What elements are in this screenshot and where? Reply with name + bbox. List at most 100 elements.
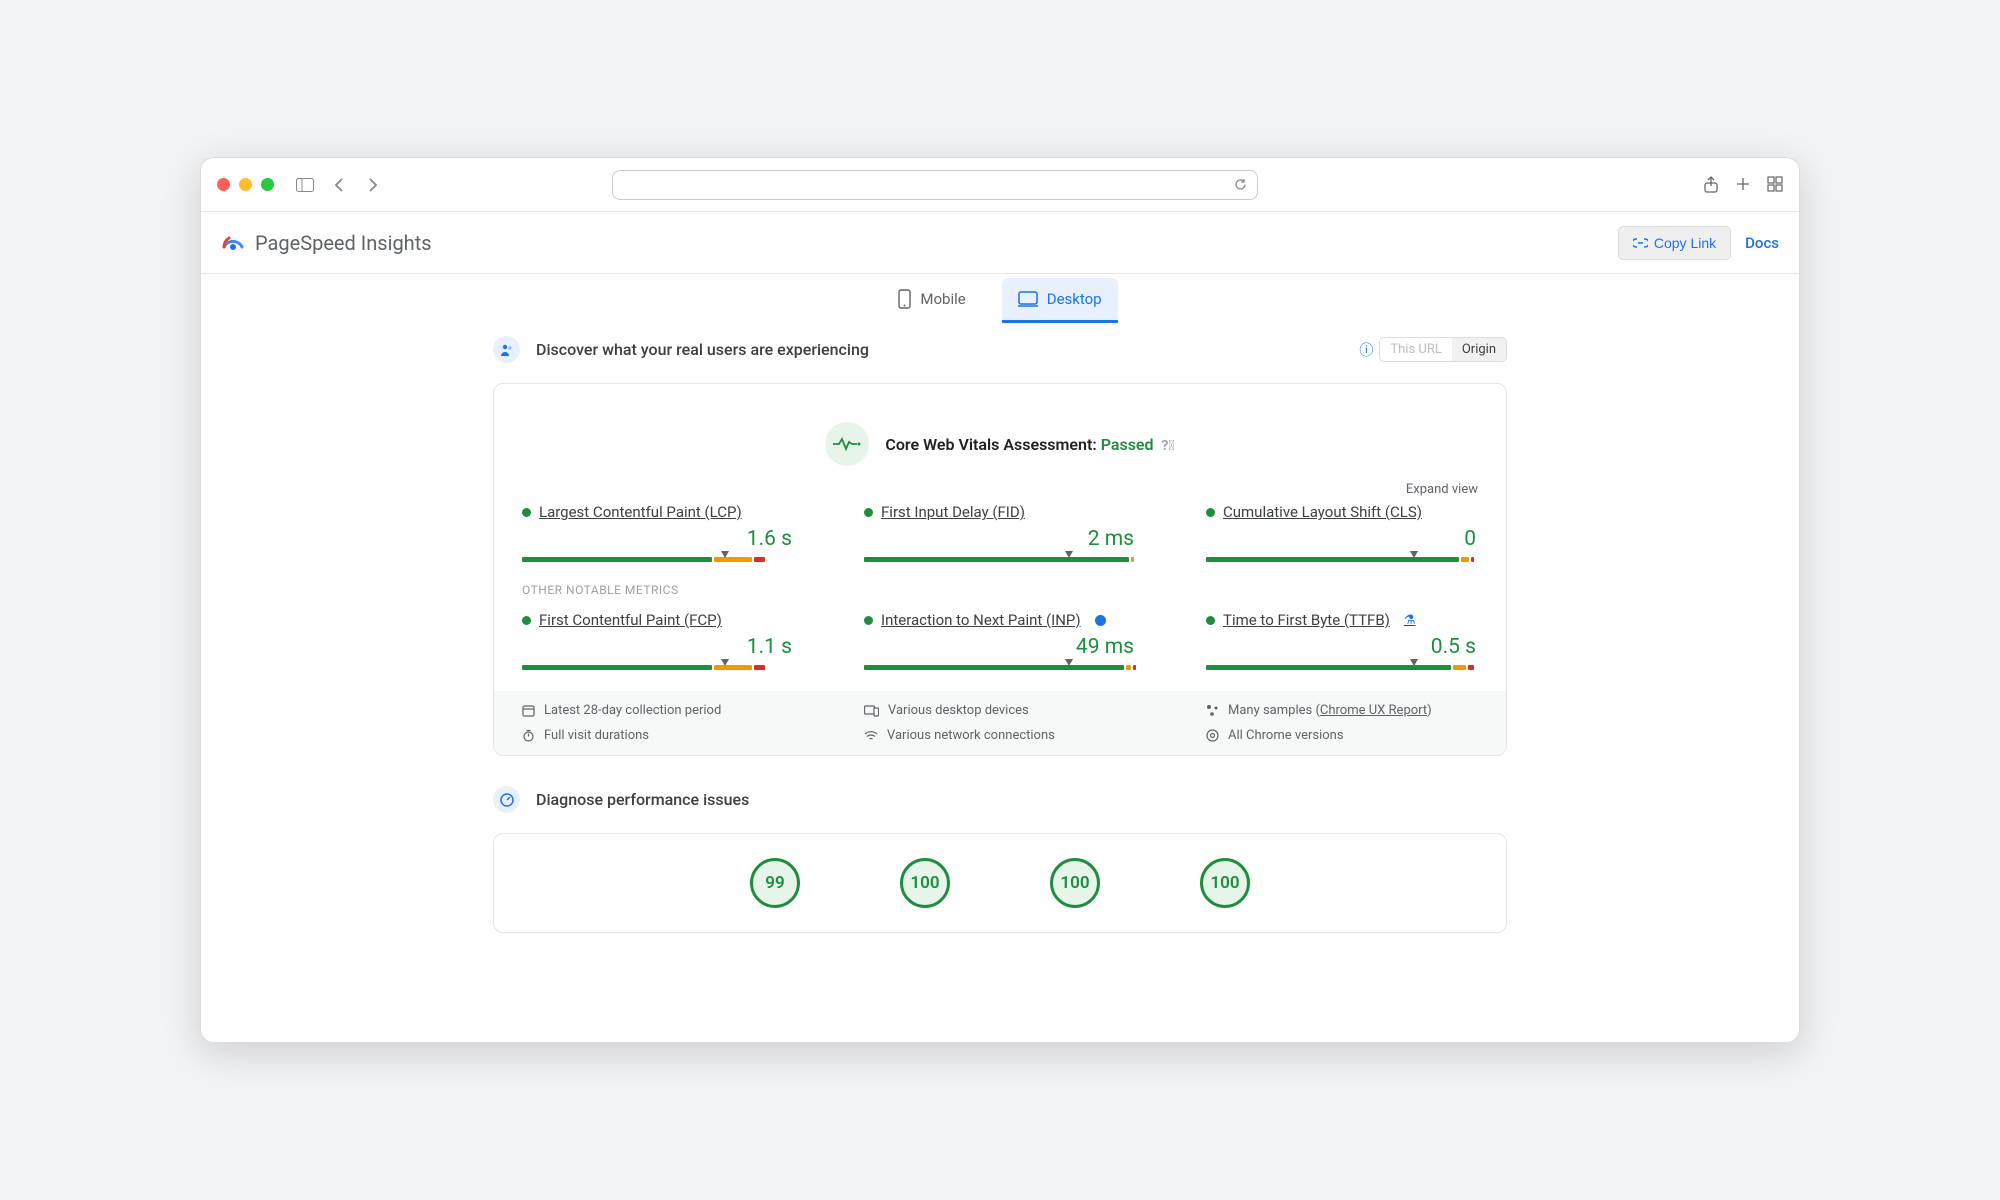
- docs-link[interactable]: Docs: [1745, 234, 1779, 252]
- status-dot-icon: [864, 508, 873, 517]
- lighthouse-score[interactable]: 99: [750, 858, 800, 908]
- share-icon[interactable]: [1703, 176, 1719, 194]
- copy-link-button[interactable]: Copy Link: [1618, 226, 1731, 260]
- lighthouse-score[interactable]: 100: [1050, 858, 1100, 908]
- dist-poor: [754, 665, 765, 670]
- percentile-marker-icon: [1410, 551, 1418, 558]
- crux-report-link[interactable]: Chrome UX Report: [1320, 703, 1427, 718]
- scope-this-url[interactable]: This URL: [1380, 338, 1451, 361]
- scope-toggle: This URL Origin: [1379, 337, 1507, 362]
- summary-samples: Many samples (Chrome UX Report): [1206, 703, 1478, 718]
- back-button[interactable]: [328, 174, 350, 196]
- percentile-marker-icon: [1410, 659, 1418, 666]
- metric-value: 0.5 s: [1206, 635, 1476, 659]
- percentile-marker-icon: [721, 551, 729, 558]
- chrome-icon: [1206, 729, 1219, 742]
- samples-icon: [1206, 704, 1219, 717]
- status-dot-icon: [1206, 616, 1215, 625]
- devices-icon: [864, 705, 879, 717]
- address-bar[interactable]: [612, 170, 1258, 200]
- expand-view-link[interactable]: Expand view: [522, 482, 1478, 497]
- dist-bar: [522, 557, 794, 565]
- sidebar-toggle-icon[interactable]: [294, 174, 316, 196]
- wifi-icon: [864, 730, 878, 741]
- app-title: PageSpeed Insights: [255, 231, 432, 255]
- tab-mobile-label: Mobile: [920, 290, 965, 308]
- titlebar: [201, 158, 1799, 212]
- diagnose-title: Diagnose performance issues: [536, 790, 749, 809]
- metric-value: 49 ms: [864, 635, 1134, 659]
- percentile-marker-icon: [1065, 659, 1073, 666]
- reload-icon[interactable]: [1234, 178, 1247, 191]
- status-dot-icon: [522, 616, 531, 625]
- data-summary-strip: Latest 28-day collection period Various …: [494, 691, 1506, 755]
- percentile-marker-icon: [1065, 551, 1073, 558]
- logo[interactable]: PageSpeed Insights: [221, 231, 432, 255]
- experimental-icon[interactable]: ⚗: [1404, 613, 1416, 628]
- tab-desktop-label: Desktop: [1047, 290, 1102, 308]
- tab-desktop[interactable]: Desktop: [1002, 278, 1118, 323]
- dist-ni: [1461, 557, 1469, 562]
- vitals-icon: [825, 422, 869, 466]
- cwv-status: Passed: [1101, 435, 1154, 454]
- status-dot-icon: [1206, 508, 1215, 517]
- dist-good: [522, 557, 712, 562]
- forward-button[interactable]: [362, 174, 384, 196]
- dist-ni: [1131, 557, 1134, 562]
- diagnose-header: Diagnose performance issues: [493, 776, 1507, 823]
- link-icon: [1633, 238, 1648, 248]
- metric-value: 1.1 s: [522, 635, 792, 659]
- maximize-window-icon[interactable]: [261, 178, 274, 191]
- other-metric: Time to First Byte (TTFB)⚗ 0.5 s: [1206, 611, 1478, 673]
- metric-name[interactable]: Interaction to Next Paint (INP): [864, 611, 1136, 629]
- field-data-title: Discover what your real users are experi…: [536, 340, 869, 359]
- timer-icon: [522, 729, 535, 742]
- diagnose-icon: [493, 786, 520, 813]
- dist-good: [522, 665, 712, 670]
- lighthouse-score[interactable]: 100: [1200, 858, 1250, 908]
- dist-bar: [864, 665, 1136, 673]
- minimize-window-icon[interactable]: [239, 178, 252, 191]
- metric-value: 2 ms: [864, 527, 1134, 551]
- desktop-icon: [1018, 291, 1038, 307]
- metric-name[interactable]: Time to First Byte (TTFB)⚗: [1206, 611, 1478, 629]
- dist-poor: [1471, 557, 1474, 562]
- tabs-overview-icon[interactable]: [1767, 176, 1783, 194]
- metric-name[interactable]: First Input Delay (FID): [864, 503, 1136, 521]
- tab-mobile[interactable]: Mobile: [882, 277, 981, 324]
- app-header: PageSpeed Insights Copy Link Docs: [201, 212, 1799, 274]
- other-metric: Interaction to Next Paint (INP) 49 ms: [864, 611, 1136, 673]
- summary-chrome: All Chrome versions: [1206, 728, 1478, 743]
- dist-bar: [522, 665, 794, 673]
- core-metric: First Input Delay (FID) 2 ms: [864, 503, 1136, 565]
- metric-name[interactable]: Cumulative Layout Shift (CLS): [1206, 503, 1478, 521]
- info-icon[interactable]: ⓘ: [1359, 340, 1373, 360]
- dist-bar: [1206, 557, 1478, 565]
- help-icon[interactable]: ?⃝: [1162, 438, 1175, 454]
- cwv-assessment: Core Web Vitals Assessment: Passed ?⃝: [522, 406, 1478, 482]
- field-data-header: Discover what your real users are experi…: [493, 326, 1507, 373]
- info-badge-icon[interactable]: [1095, 615, 1106, 626]
- summary-devices: Various desktop devices: [864, 703, 1136, 718]
- metric-name[interactable]: Largest Contentful Paint (LCP): [522, 503, 794, 521]
- metric-name[interactable]: First Contentful Paint (FCP): [522, 611, 794, 629]
- metric-value: 0: [1206, 527, 1476, 551]
- dist-poor: [1468, 665, 1473, 670]
- new-tab-icon[interactable]: [1735, 176, 1751, 194]
- core-metrics-grid: Largest Contentful Paint (LCP) 1.6 s Fir…: [522, 503, 1478, 565]
- score-row: 99 100 100 100: [522, 834, 1478, 932]
- scope-origin[interactable]: Origin: [1452, 338, 1506, 361]
- dist-bar: [1206, 665, 1478, 673]
- dist-ni: [1453, 665, 1467, 670]
- content: Discover what your real users are experi…: [201, 326, 1799, 1042]
- field-data-card: Core Web Vitals Assessment: Passed ?⃝ Ex…: [493, 383, 1507, 756]
- core-metric: Cumulative Layout Shift (CLS) 0: [1206, 503, 1478, 565]
- summary-durations: Full visit durations: [522, 728, 794, 743]
- calendar-icon: [522, 704, 535, 717]
- status-dot-icon: [522, 508, 531, 517]
- dist-good: [864, 557, 1129, 562]
- status-dot-icon: [864, 616, 873, 625]
- dist-poor: [1133, 665, 1136, 670]
- close-window-icon[interactable]: [217, 178, 230, 191]
- lighthouse-score[interactable]: 100: [900, 858, 950, 908]
